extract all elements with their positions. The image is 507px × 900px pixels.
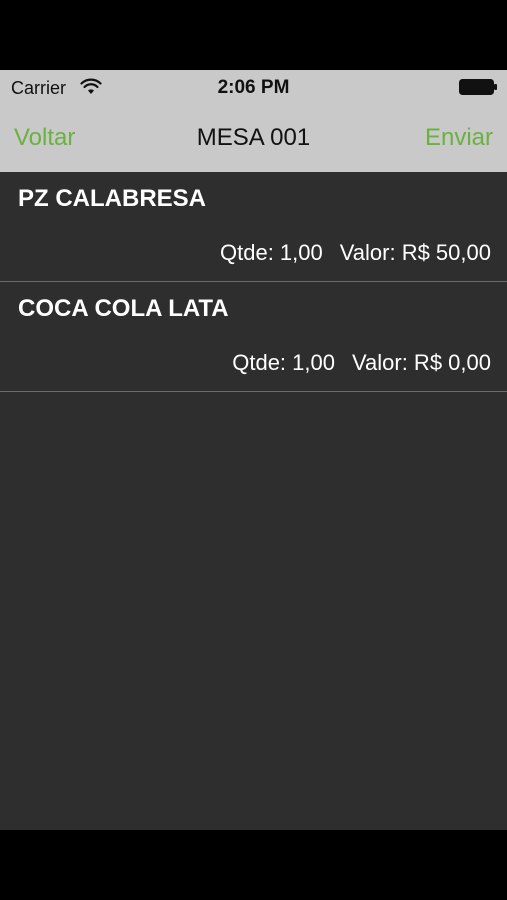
item-name: PZ CALABRESA (18, 185, 207, 212)
item-quantity: Qtde: 1,00 (220, 240, 323, 265)
send-button[interactable]: Enviar (425, 124, 493, 152)
list-item[interactable]: PZ CALABRESA Qtde: 1,00 Valor: R$ 50,00 (0, 172, 507, 282)
list-item[interactable]: COCA COLA LATA Qtde: 1,00 Valor: R$ 0,00 (0, 282, 507, 392)
item-quantity: Qtde: 1,00 (232, 350, 335, 375)
app-screen: Carrier 2:06 PM Voltar MESA 001 Enviar P… (0, 70, 507, 830)
item-details: Qtde: 1,00 Valor: R$ 0,00 (232, 350, 491, 376)
item-name: COCA COLA LATA (18, 295, 229, 322)
battery-icon (459, 79, 497, 95)
item-value: Valor: R$ 0,00 (351, 350, 491, 375)
order-items-list: PZ CALABRESA Qtde: 1,00 Valor: R$ 50,00 C… (0, 172, 507, 392)
status-bar: Carrier 2:06 PM (0, 70, 507, 106)
status-time: 2:06 PM (217, 77, 290, 98)
item-details: Qtde: 1,00 Valor: R$ 50,00 (220, 240, 491, 266)
navigation-bar: Voltar MESA 001 Enviar (0, 106, 507, 172)
back-button[interactable]: Voltar (14, 124, 75, 152)
item-value: Valor: R$ 50,00 (339, 240, 491, 265)
